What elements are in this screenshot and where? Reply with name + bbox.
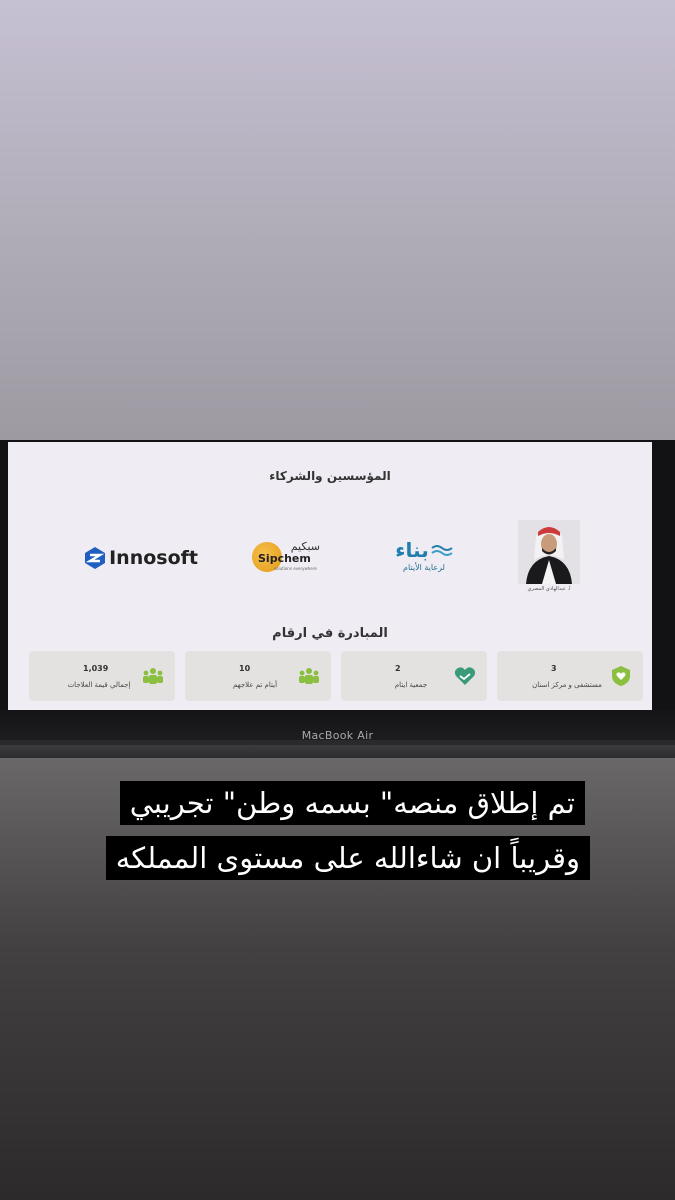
sipchem-logo: سبكيم Sipchem solutions everywhere	[244, 538, 334, 578]
stat-card-hospitals: 3 مستشفى و مركز اسنان	[497, 651, 643, 701]
innosoft-wordmark: Innosoft	[109, 547, 198, 569]
innosoft-mark-icon	[85, 547, 106, 569]
stat-card-orphan-societies: 2 جمعية ايتام	[341, 651, 487, 701]
partners-title: المؤسسين والشركاء	[269, 469, 391, 483]
bina-logo: بناء لرعاية الأيتام	[392, 530, 456, 580]
stat-label: إجمالي قيمة العلاجات	[67, 681, 131, 689]
stat-card-orphans-treated: 10 أيتام تم علاجهم	[185, 651, 331, 701]
stat-card-total-treatment-value: 1,039 إجمالي قيمة العلاجات	[29, 651, 175, 701]
stat-value: 3	[551, 664, 557, 673]
bina-subtitle: لرعاية الأيتام	[403, 563, 445, 572]
sipchem-tagline: solutions everywhere	[274, 566, 317, 571]
stat-value: 1,039	[83, 664, 109, 673]
stat-value: 10	[239, 664, 251, 673]
sipchem-name: Sipchem	[258, 552, 311, 565]
founder-photo	[518, 520, 580, 584]
bina-wordmark: بناء	[395, 538, 429, 562]
laptop-photo: المؤسسين والشركاء أ. عبدالهادي المصري بن…	[0, 440, 675, 758]
stat-label: مستشفى و مركز اسنان	[532, 681, 602, 689]
founder-card: أ. عبدالهادي المصري	[518, 520, 580, 592]
stats-title: المبادرة في ارقام	[272, 626, 388, 641]
stat-label: جمعية ايتام	[394, 681, 428, 689]
caption-line-2: وقريباً ان شاءالله على مستوى المملكه	[105, 836, 590, 880]
laptop-base	[0, 745, 675, 758]
stat-label: أيتام تم علاجهم	[232, 681, 278, 689]
caption-line-1: تم إطلاق منصه" بسمه وطن" تجريبي	[119, 781, 585, 825]
laptop-brand: MacBook Air	[301, 729, 374, 742]
founder-caption: أ. عبدالهادي المصري	[527, 586, 571, 592]
innosoft-logo: Innosoft	[84, 546, 198, 570]
laptop-screen: المؤسسين والشركاء أ. عبدالهادي المصري بن…	[8, 442, 652, 710]
stat-value: 2	[395, 664, 401, 673]
wave-icon	[431, 545, 453, 556]
